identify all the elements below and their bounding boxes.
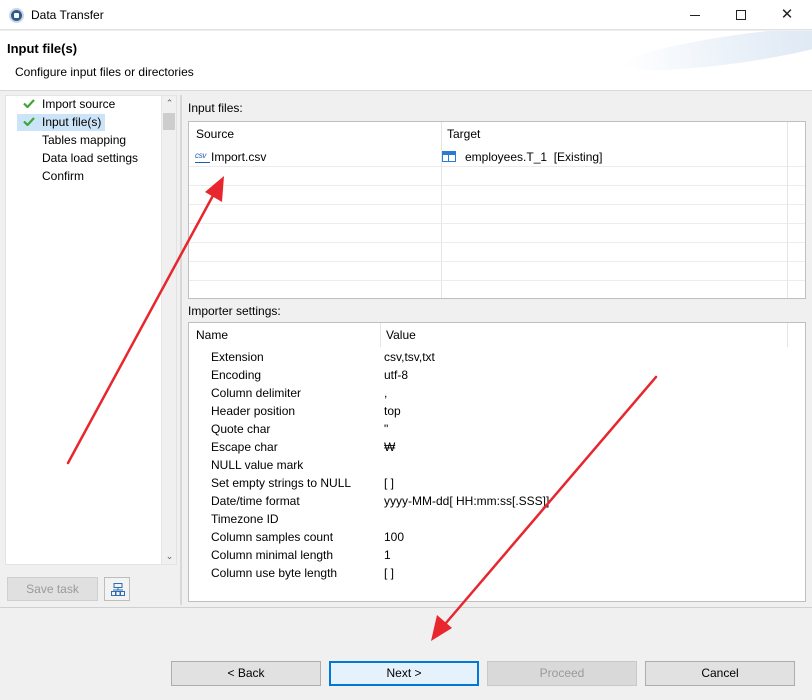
arrow-to-import-file [66, 176, 224, 465]
arrow-to-next-button [431, 375, 658, 641]
annotation-arrows [66, 176, 658, 641]
